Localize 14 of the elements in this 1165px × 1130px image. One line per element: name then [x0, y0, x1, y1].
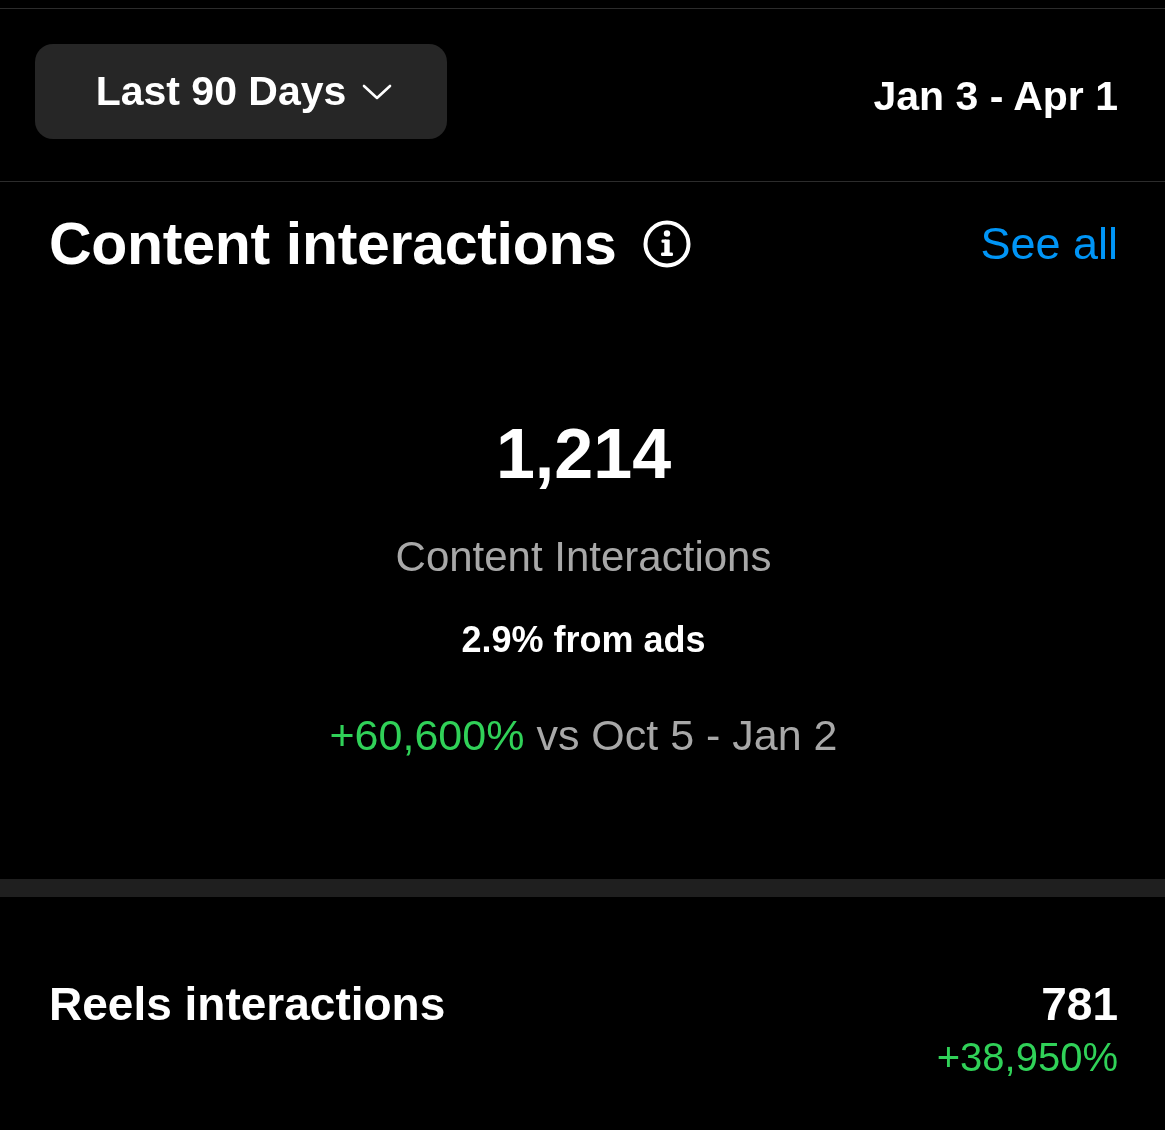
chevron-down-icon [362, 83, 393, 100]
total-count: 1,214 [495, 414, 672, 495]
change-percent: +60,600% [329, 710, 525, 760]
metric-value: 781 [1041, 977, 1118, 1031]
date-range-text: Jan 3 - Apr 1 [873, 71, 1118, 121]
total-label: Content Interactions [395, 532, 772, 582]
see-all-link[interactable]: See all [980, 216, 1118, 272]
ads-share-text: 2.9% from ads [461, 618, 706, 662]
info-icon[interactable] [642, 220, 691, 268]
metric-label: Reels interactions [49, 977, 446, 1031]
metric-change: +38,950% [936, 1034, 1118, 1080]
comparison-period: vs Oct 5 - Jan 2 [536, 710, 838, 760]
section-title: Content interactions [49, 211, 617, 277]
date-range-dropdown[interactable]: Last 90 Days [35, 44, 447, 139]
